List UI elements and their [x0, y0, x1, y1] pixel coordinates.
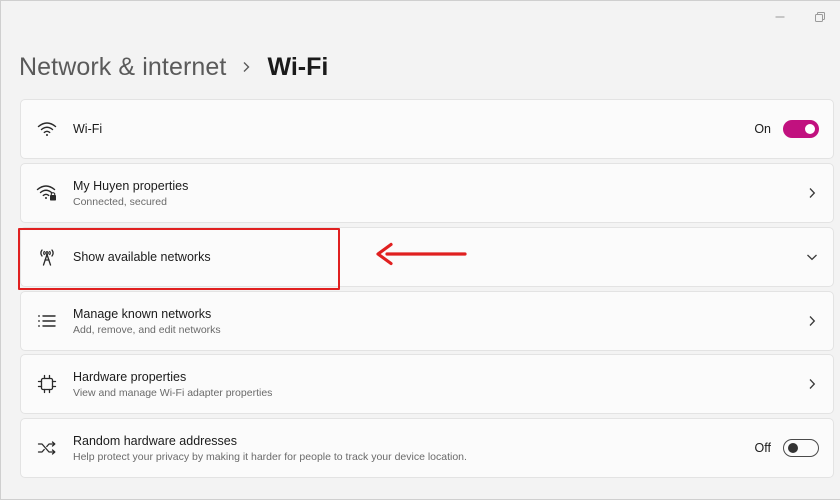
- hardware-properties-title: Hardware properties: [73, 369, 187, 384]
- chevron-right-icon: [805, 377, 819, 391]
- chevron-right-icon: [805, 314, 819, 328]
- annotation-arrow-icon: [376, 242, 467, 266]
- shuffle-icon: [21, 440, 73, 456]
- list-icon: [21, 314, 73, 328]
- network-properties-title: My Huyen properties: [73, 178, 189, 193]
- chip-icon: [21, 374, 73, 394]
- manage-known-networks-subtitle: Add, remove, and edit networks: [73, 323, 221, 336]
- wifi-toggle-row[interactable]: Wi-Fi On: [20, 99, 834, 159]
- wifi-label: Wi-Fi: [73, 122, 103, 136]
- manage-known-networks-title: Manage known networks: [73, 306, 212, 321]
- restore-icon: [815, 12, 825, 22]
- breadcrumb-network-internet[interactable]: Network & internet: [19, 53, 226, 82]
- page-title: Wi-Fi: [267, 52, 329, 81]
- annotation-highlight-box: [18, 228, 340, 290]
- wifi-secured-icon: [21, 184, 73, 202]
- wifi-icon: [21, 121, 73, 137]
- toggle-knob: [805, 124, 815, 134]
- breadcrumb: Network & internet Wi-Fi: [19, 51, 328, 83]
- minimize-button[interactable]: [760, 7, 800, 27]
- random-hardware-addresses-title: Random hardware addresses: [73, 433, 237, 448]
- random-addresses-toggle-switch[interactable]: [783, 439, 819, 457]
- hardware-properties-subtitle: View and manage Wi-Fi adapter properties: [73, 386, 273, 399]
- chevron-down-icon: [805, 250, 819, 264]
- minimize-icon: [775, 16, 785, 18]
- random-hardware-addresses-subtitle: Help protect your privacy by making it h…: [73, 450, 467, 463]
- network-status-text: Connected, secured: [73, 195, 167, 208]
- wifi-toggle-switch[interactable]: [783, 120, 819, 138]
- restore-button[interactable]: [800, 7, 840, 27]
- settings-window: Network & internet Wi-Fi Wi-Fi On My Huy…: [0, 0, 840, 500]
- network-properties-row[interactable]: My Huyen properties Connected, secured: [20, 163, 834, 223]
- title-bar-controls: [760, 7, 840, 29]
- manage-known-networks-row[interactable]: Manage known networks Add, remove, and e…: [20, 291, 834, 351]
- hardware-properties-row[interactable]: Hardware properties View and manage Wi-F…: [20, 354, 834, 414]
- random-addresses-toggle-state-label: Off: [754, 441, 771, 455]
- chevron-right-icon: [805, 186, 819, 200]
- breadcrumb-chevron-icon: [242, 61, 251, 73]
- toggle-knob: [787, 442, 798, 453]
- wifi-toggle-state-label: On: [754, 122, 771, 136]
- random-hardware-addresses-row[interactable]: Random hardware addresses Help protect y…: [20, 418, 834, 478]
